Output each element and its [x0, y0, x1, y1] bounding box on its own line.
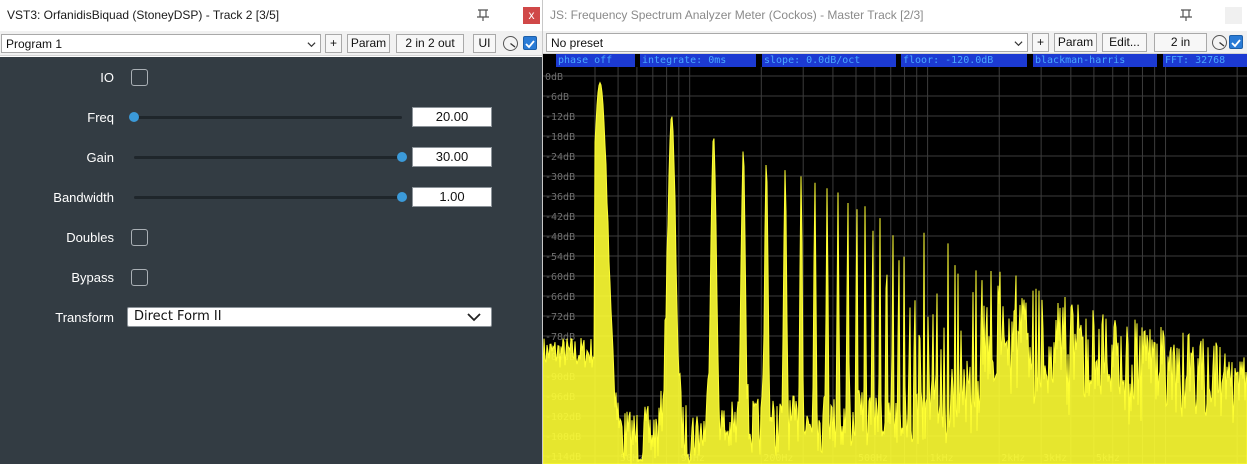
info-phase[interactable]: phase off: [556, 54, 635, 67]
freq-slider-thumb[interactable]: [129, 112, 139, 122]
freq-value-field[interactable]: 20.00: [412, 107, 492, 127]
gain-label: Gain: [86, 150, 114, 165]
pin-icon[interactable]: [1177, 6, 1195, 24]
transform-dropdown[interactable]: Direct Form II: [127, 307, 492, 327]
doubles-checkbox[interactable]: [131, 229, 148, 246]
info-floor[interactable]: floor: -120.0dB: [901, 54, 1027, 67]
plugin-panel: IO Freq 20.00 Gain 30.00 Bandwidth 1.00 …: [0, 57, 542, 464]
db-tick-label: -60dB: [545, 272, 575, 283]
info-window[interactable]: blackman-harris: [1033, 54, 1157, 67]
checkmark-icon: [1231, 39, 1241, 48]
db-tick-label: 0dB: [545, 72, 563, 83]
db-tick-label: -36dB: [545, 192, 575, 203]
title-bar[interactable]: VST3: OrfanidisBiquad (StoneyDSP) - Trac…: [0, 0, 542, 31]
chevron-down-icon: [1014, 41, 1023, 47]
io-routing-button[interactable]: 2 in 2 out: [396, 34, 464, 53]
add-preset-button[interactable]: +: [1032, 33, 1049, 52]
add-preset-button[interactable]: +: [325, 34, 342, 53]
edit-button[interactable]: Edit...: [1102, 33, 1147, 52]
info-slope[interactable]: slope: 0.0dB/oct: [762, 54, 896, 67]
ui-button[interactable]: UI: [473, 34, 496, 53]
db-tick-label: -6dB: [545, 92, 569, 103]
db-tick-label: -18dB: [545, 132, 575, 143]
gain-slider-thumb[interactable]: [397, 152, 407, 162]
db-tick-label: -42dB: [545, 212, 575, 223]
db-tick-label: -24dB: [545, 152, 575, 163]
transform-value: Direct Form II: [134, 309, 222, 324]
db-tick-label: -12dB: [545, 112, 575, 123]
doubles-label: Doubles: [66, 230, 114, 245]
info-fft[interactable]: FFT: 32768: [1163, 54, 1247, 67]
plugin-window-orfanidis: VST3: OrfanidisBiquad (StoneyDSP) - Trac…: [0, 0, 542, 464]
spectrum-graph[interactable]: 0dB -6dB -12dB -18dB -24dB -30dB -36dB -42dB -48…: [543, 54, 1247, 464]
bandwidth-value-field[interactable]: 1.00: [412, 187, 492, 207]
transform-label: Transform: [55, 310, 114, 325]
checkmark-icon: [525, 40, 535, 49]
io-routing-button[interactable]: 2 in: [1154, 33, 1207, 52]
db-tick-label: -66dB: [545, 292, 575, 303]
preset-value: No preset: [551, 36, 604, 50]
gain-value-field[interactable]: 30.00: [412, 147, 492, 167]
wet-knob-icon[interactable]: [502, 35, 519, 52]
preset-select[interactable]: Program 1: [1, 34, 321, 53]
bandwidth-label: Bandwidth: [53, 190, 114, 205]
chevron-down-icon: [307, 42, 316, 48]
bypass-toggle[interactable]: [1229, 35, 1243, 49]
bypass-checkbox[interactable]: [131, 269, 148, 286]
param-button[interactable]: Param: [1054, 33, 1097, 52]
io-label: IO: [100, 70, 114, 85]
io-checkbox[interactable]: [131, 69, 148, 86]
close-button[interactable]: x: [523, 7, 540, 24]
gain-slider[interactable]: [134, 152, 407, 162]
db-tick-label: -48dB: [545, 232, 575, 243]
db-tick-label: -72dB: [545, 312, 575, 323]
title-bar[interactable]: JS: Frequency Spectrum Analyzer Meter (C…: [543, 0, 1247, 31]
spectrum-display[interactable]: 0dB -6dB -12dB -18dB -24dB -30dB -36dB -42dB -48…: [543, 54, 1247, 464]
bypass-toggle[interactable]: [523, 36, 537, 50]
spectrum-trace: [543, 81, 1247, 464]
db-tick-label: -54dB: [545, 252, 575, 263]
param-button[interactable]: Param: [347, 34, 390, 53]
db-tick-label: -30dB: [545, 172, 575, 183]
preset-select[interactable]: No preset: [546, 33, 1028, 52]
plugin-toolbar: No preset + Param Edit... 2 in: [543, 31, 1247, 54]
freq-slider[interactable]: [129, 112, 402, 122]
bandwidth-slider-thumb[interactable]: [397, 192, 407, 202]
plugin-toolbar: Program 1 + Param 2 in 2 out UI: [0, 31, 542, 56]
close-button[interactable]: [1225, 7, 1242, 24]
wet-knob-icon[interactable]: [1211, 34, 1228, 51]
bypass-label: Bypass: [71, 270, 114, 285]
window-title: JS: Frequency Spectrum Analyzer Meter (C…: [550, 8, 924, 22]
pin-icon[interactable]: [474, 6, 492, 24]
freq-label: Freq: [87, 110, 114, 125]
chevron-down-icon: [467, 313, 481, 322]
plugin-window-spectrum-analyzer: JS: Frequency Spectrum Analyzer Meter (C…: [543, 0, 1247, 464]
bandwidth-slider[interactable]: [134, 192, 407, 202]
window-title: VST3: OrfanidisBiquad (StoneyDSP) - Trac…: [7, 8, 280, 22]
info-integrate[interactable]: integrate: 0ms: [640, 54, 756, 67]
preset-value: Program 1: [6, 37, 63, 51]
